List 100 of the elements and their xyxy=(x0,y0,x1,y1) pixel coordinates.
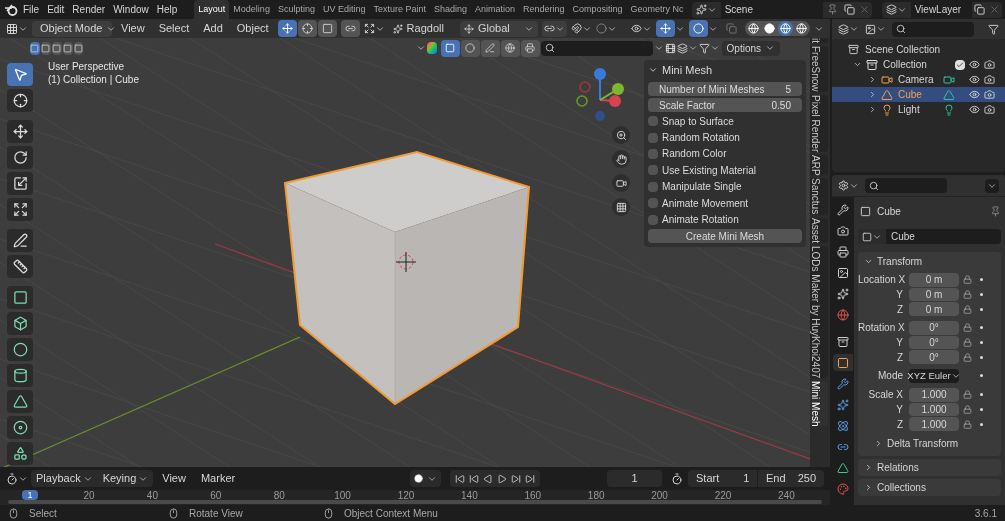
frame-tick-label: 100 xyxy=(334,489,351,503)
field-label: Z xyxy=(895,302,904,317)
create-mini-mesh-button[interactable]: Create Mini Mesh xyxy=(648,228,802,243)
workspace-tab[interactable]: Compositing xyxy=(568,0,627,19)
mode-dropdown[interactable]: Object Mode xyxy=(32,20,112,37)
checkbox-label: Use Existing Material xyxy=(662,163,756,178)
outliner-label: Collection xyxy=(883,58,928,72)
menu-item[interactable]: View xyxy=(156,470,192,487)
number-field[interactable]: 0° xyxy=(909,335,959,350)
end-frame-field[interactable]: End 250 xyxy=(757,470,824,487)
options-dropdown[interactable]: Options xyxy=(721,40,780,56)
workspace-tab[interactable]: Animation xyxy=(471,0,520,19)
number-field[interactable]: 0 m xyxy=(909,273,959,287)
frame-tick-label: 160 xyxy=(524,489,542,503)
field-label: Y xyxy=(895,336,904,351)
outliner-row[interactable]: Light xyxy=(832,102,1005,117)
field-label: Location X xyxy=(858,273,907,288)
workspace-tab[interactable]: Modeling xyxy=(229,0,274,19)
panel-header[interactable]: Collections xyxy=(858,478,1001,496)
sidebar-tab[interactable]: Sanctus xyxy=(810,178,828,215)
number-field[interactable]: 1.000 xyxy=(909,402,959,417)
number-field[interactable]: 0 m xyxy=(909,287,959,302)
number-field[interactable]: Scale Factor 0.50 xyxy=(648,98,802,112)
field-label: Rotation X xyxy=(858,321,906,336)
delta-transform-header[interactable]: Delta Transform xyxy=(858,435,1001,452)
outliner-label: Camera xyxy=(898,73,935,87)
frame-tick-label: 200 xyxy=(651,489,668,503)
menu-item[interactable]: Add xyxy=(198,20,228,37)
frame-tick-label: 120 xyxy=(397,489,415,503)
number-field[interactable]: 0° xyxy=(909,350,959,365)
panel-header[interactable]: Mini Mesh xyxy=(648,61,713,79)
field-label: Z xyxy=(895,350,904,365)
workspace-tab[interactable]: UV Editing xyxy=(318,0,370,19)
field-label: Y xyxy=(895,402,904,417)
frame-tick-label: 140 xyxy=(461,489,478,503)
checkbox-label: Random Color xyxy=(662,147,727,162)
checkbox-label: Random Rotation xyxy=(662,131,740,146)
current-frame-field[interactable]: 1 xyxy=(607,470,662,487)
sidebar-tab[interactable]: ARP xyxy=(810,154,828,176)
number-field[interactable]: 0° xyxy=(909,321,959,335)
playhead-frame[interactable]: 1 xyxy=(22,490,38,500)
workspace-tab[interactable]: Shading xyxy=(430,0,471,19)
number-field[interactable]: 0 m xyxy=(909,302,959,317)
frame-tick-label: 220 xyxy=(714,489,732,503)
status-hint: Rotate View xyxy=(189,506,243,521)
frame-tick-label: 60 xyxy=(210,489,222,503)
transform-panel-header[interactable]: Transform xyxy=(858,252,929,270)
orientation-dropdown[interactable]: Global xyxy=(459,20,538,37)
number-field[interactable]: 1.000 xyxy=(909,417,959,431)
scene-name-field[interactable]: Scene xyxy=(720,1,823,18)
field-label: Z xyxy=(895,417,904,432)
sidebar-tab[interactable]: it xyxy=(810,38,828,43)
view-context: (1) Collection | Cube xyxy=(48,73,139,86)
frame-tick-label: 40 xyxy=(146,489,158,503)
frame-tick-label: 180 xyxy=(587,489,605,503)
menu-item[interactable]: Render xyxy=(69,2,109,17)
checkbox-label: Snap to Surface xyxy=(662,114,734,129)
sidebar-tab[interactable]: FreeSnow xyxy=(810,46,828,92)
ragdoll-button[interactable]: Ragdoll xyxy=(388,20,448,37)
outliner-row[interactable]: Collection xyxy=(832,57,1005,72)
outliner-row[interactable]: Cube xyxy=(832,87,1005,102)
outliner-label[interactable]: Scene Collection xyxy=(865,42,941,57)
outliner-label: Cube xyxy=(898,88,923,102)
workspace-tab[interactable]: Texture Paint xyxy=(369,0,430,19)
playback-menu[interactable]: Playback xyxy=(31,470,98,487)
panel-header[interactable]: Relations xyxy=(858,458,1001,476)
sidebar-tab[interactable]: Pixel Render xyxy=(810,94,828,152)
field-label: Scale X xyxy=(867,388,904,403)
number-field[interactable]: 1.000 xyxy=(909,387,959,402)
version-label: 3.6.1 xyxy=(974,506,997,521)
menu-item[interactable]: Edit xyxy=(44,2,68,17)
menu-item[interactable]: Help xyxy=(153,2,181,17)
checkbox-label: Manipulate Single xyxy=(662,180,742,195)
frame-tick-label: 80 xyxy=(273,489,285,503)
menu-item[interactable]: Select xyxy=(153,20,195,37)
field-label: Mode xyxy=(877,369,904,384)
sidebar-tab[interactable]: LODs Maker by HuyKhoi2407 xyxy=(810,245,828,378)
start-frame-field[interactable]: Start 1 xyxy=(688,470,757,487)
sidebar-tab[interactable]: Asset xyxy=(810,217,828,243)
workspace-tab[interactable]: Layout xyxy=(194,0,230,19)
menu-item[interactable]: Object xyxy=(231,20,274,37)
workspace-tab[interactable]: Sculpting xyxy=(273,0,319,19)
outliner-row[interactable]: Camera xyxy=(832,72,1005,87)
checkbox-label: Animate Rotation xyxy=(662,213,739,228)
status-hint: Select xyxy=(29,506,57,521)
workspace-tab[interactable]: Rendering xyxy=(519,0,569,19)
menu-item[interactable]: Window xyxy=(110,2,152,17)
frame-tick-label: 240 xyxy=(778,489,795,503)
menu-item[interactable]: View xyxy=(116,20,150,37)
workspace-tab[interactable]: Geometry Nc xyxy=(626,0,688,19)
sidebar-tab[interactable]: Mini Mesh xyxy=(810,380,828,427)
status-hint: Object Context Menu xyxy=(344,506,438,521)
menu-item[interactable]: Marker xyxy=(194,470,242,487)
view-layer-field[interactable]: ViewLayer xyxy=(910,1,972,18)
view-title: User Perspective xyxy=(48,60,125,73)
checkbox-label: Animate Movement xyxy=(662,196,749,211)
number-field[interactable]: Number of Mini Meshes 5 xyxy=(648,82,802,96)
mode-dropdown[interactable]: XYZ Euler xyxy=(909,369,959,383)
menu-item[interactable]: File xyxy=(20,2,43,17)
keying-menu[interactable]: Keying xyxy=(97,470,154,487)
